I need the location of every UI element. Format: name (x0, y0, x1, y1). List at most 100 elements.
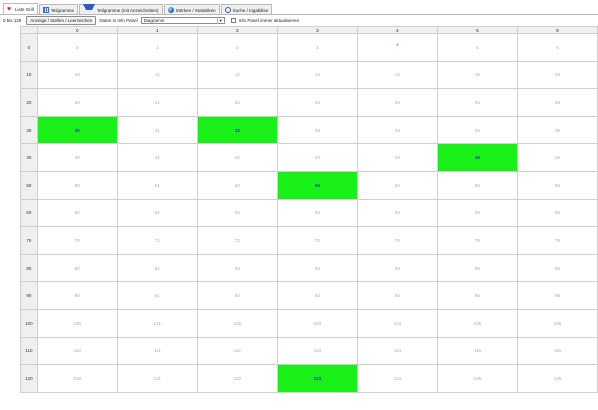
grid-cell[interactable]: 31 (116, 115, 198, 145)
grid-cell[interactable]: 23 (276, 88, 358, 117)
grid-cell[interactable]: 45 (436, 143, 518, 172)
grid-cell[interactable]: 1 (116, 33, 198, 62)
row-header[interactable]: 40 (20, 143, 38, 172)
grid-cell[interactable]: 62 (196, 198, 278, 228)
grid-cell[interactable]: 63 (276, 198, 358, 228)
grid-cell[interactable]: 102 (196, 308, 278, 338)
grid-cell[interactable]: 96 (516, 281, 598, 310)
grid-cell[interactable]: 95 (436, 281, 518, 310)
grid-cell[interactable]: 111 (116, 336, 198, 366)
grid-cell[interactable]: 2 (196, 33, 278, 62)
grid-cell[interactable]: 85 (436, 253, 518, 283)
grid-cell[interactable]: 92 (196, 281, 278, 310)
grid-cell[interactable]: 113 (276, 336, 358, 366)
grid-cell[interactable]: 51 (116, 170, 198, 200)
grid-cell[interactable]: 76 (516, 226, 598, 255)
grid-cell[interactable]: 86 (516, 253, 598, 283)
grid-cell[interactable]: 80 (36, 253, 118, 283)
chevron-down-icon[interactable]: ▼ (216, 17, 224, 24)
grid-cell[interactable]: 61 (116, 198, 198, 228)
info-panel-select[interactable]: Diagramm ▼ (140, 17, 225, 24)
grid-cell[interactable]: 33 (276, 115, 358, 145)
grid-cell[interactable]: 115 (436, 336, 518, 366)
grid-cell[interactable]: 0 (36, 33, 118, 62)
grid-cell[interactable]: 122 (196, 364, 278, 393)
grid-cell[interactable]: 64 (356, 198, 438, 228)
row-header[interactable]: 110 (20, 336, 38, 366)
grid-cell[interactable]: 14 (356, 60, 438, 90)
grid-cell[interactable]: 12 (196, 60, 278, 90)
row-header[interactable]: 10 (20, 60, 38, 90)
row-header[interactable]: 20 (20, 88, 38, 117)
grid-cell[interactable]: 126 (516, 364, 598, 393)
grid-cell[interactable]: 94 (356, 281, 438, 310)
grid-cell[interactable]: 82 (196, 253, 278, 283)
grid-cell[interactable]: 114 (356, 336, 438, 366)
grid-cell[interactable]: 20 (36, 88, 118, 117)
grid-cell[interactable]: 106 (516, 308, 598, 338)
grid-cell[interactable]: 26 (516, 88, 598, 117)
grid-cell[interactable]: 93 (276, 281, 358, 310)
grid-cell[interactable]: 56 (516, 170, 598, 200)
grid-cell[interactable]: 24 (356, 88, 438, 117)
grid-cell[interactable]: 3 (276, 33, 358, 62)
grid-cell[interactable]: 72 (196, 226, 278, 255)
grid-cell[interactable]: 15 (436, 60, 518, 90)
grid-cell[interactable]: * (356, 33, 438, 62)
row-header[interactable]: 100 (20, 308, 38, 338)
grid-cell[interactable]: 35 (436, 115, 518, 145)
row-header[interactable]: 0 (20, 33, 38, 62)
grid-cell[interactable]: 43 (276, 143, 358, 172)
grid-cell[interactable]: 13 (276, 60, 358, 90)
grid-cell[interactable]: 66 (516, 198, 598, 228)
grid-cell[interactable]: 120 (36, 364, 118, 393)
grid-cell[interactable]: 125 (436, 364, 518, 393)
grid-cell[interactable]: 101 (116, 308, 198, 338)
grid-cell[interactable]: 81 (116, 253, 198, 283)
grid-cell[interactable]: 73 (276, 226, 358, 255)
grid-cell[interactable]: 105 (436, 308, 518, 338)
grid-cell[interactable]: 10 (36, 60, 118, 90)
row-header[interactable]: 30 (20, 115, 38, 145)
grid-cell[interactable]: 46 (516, 143, 598, 172)
grid-cell[interactable]: 36 (516, 115, 598, 145)
grid-cell[interactable]: 112 (196, 336, 278, 366)
grid-cell[interactable]: 90 (36, 281, 118, 310)
grid-cell[interactable]: 54 (356, 170, 438, 200)
grid-cell[interactable]: 121 (116, 364, 198, 393)
grid-cell[interactable]: 123 (276, 364, 358, 393)
grid-cell[interactable]: 124 (356, 364, 438, 393)
grid-cell[interactable]: 5 (436, 33, 518, 62)
column-header[interactable]: 3 (276, 26, 358, 34)
column-header[interactable]: 6 (516, 26, 598, 34)
grid-cell[interactable]: 42 (196, 143, 278, 172)
grid-cell[interactable]: 71 (116, 226, 198, 255)
grid-cell[interactable]: 50 (36, 170, 118, 200)
grid-cell[interactable]: 6 (516, 33, 598, 62)
grid-cell[interactable]: 34 (356, 115, 438, 145)
column-header[interactable]: 2 (196, 26, 278, 34)
column-header[interactable]: 0 (36, 26, 118, 34)
column-header[interactable]: 4 (356, 26, 438, 34)
grid-cell[interactable]: 55 (436, 170, 518, 200)
grid-cell[interactable]: 40 (36, 143, 118, 172)
row-header[interactable]: 60 (20, 198, 38, 228)
grid-cell[interactable]: 32 (196, 115, 278, 145)
grid-cell[interactable]: 11 (116, 60, 198, 90)
grid-cell[interactable]: 91 (116, 281, 198, 310)
auto-refresh-checkbox[interactable] (230, 18, 236, 23)
grid-cell[interactable]: 116 (516, 336, 598, 366)
grid-cell[interactable]: 104 (356, 308, 438, 338)
grid-cell[interactable]: 30 (36, 115, 118, 145)
display-options-button[interactable]: Anzeige / Stellen / Leerzeichen (26, 16, 97, 25)
grid-cell[interactable]: 16 (516, 60, 598, 90)
grid-cell[interactable]: 44 (356, 143, 438, 172)
row-header[interactable]: 70 (20, 226, 38, 255)
grid-cell[interactable]: 100 (36, 308, 118, 338)
grid-cell[interactable]: 22 (196, 88, 278, 117)
grid-cell[interactable]: 60 (36, 198, 118, 228)
grid-cell[interactable]: 52 (196, 170, 278, 200)
grid-cell[interactable]: 84 (356, 253, 438, 283)
grid-cell[interactable]: 70 (36, 226, 118, 255)
row-header[interactable]: 120 (20, 364, 38, 393)
